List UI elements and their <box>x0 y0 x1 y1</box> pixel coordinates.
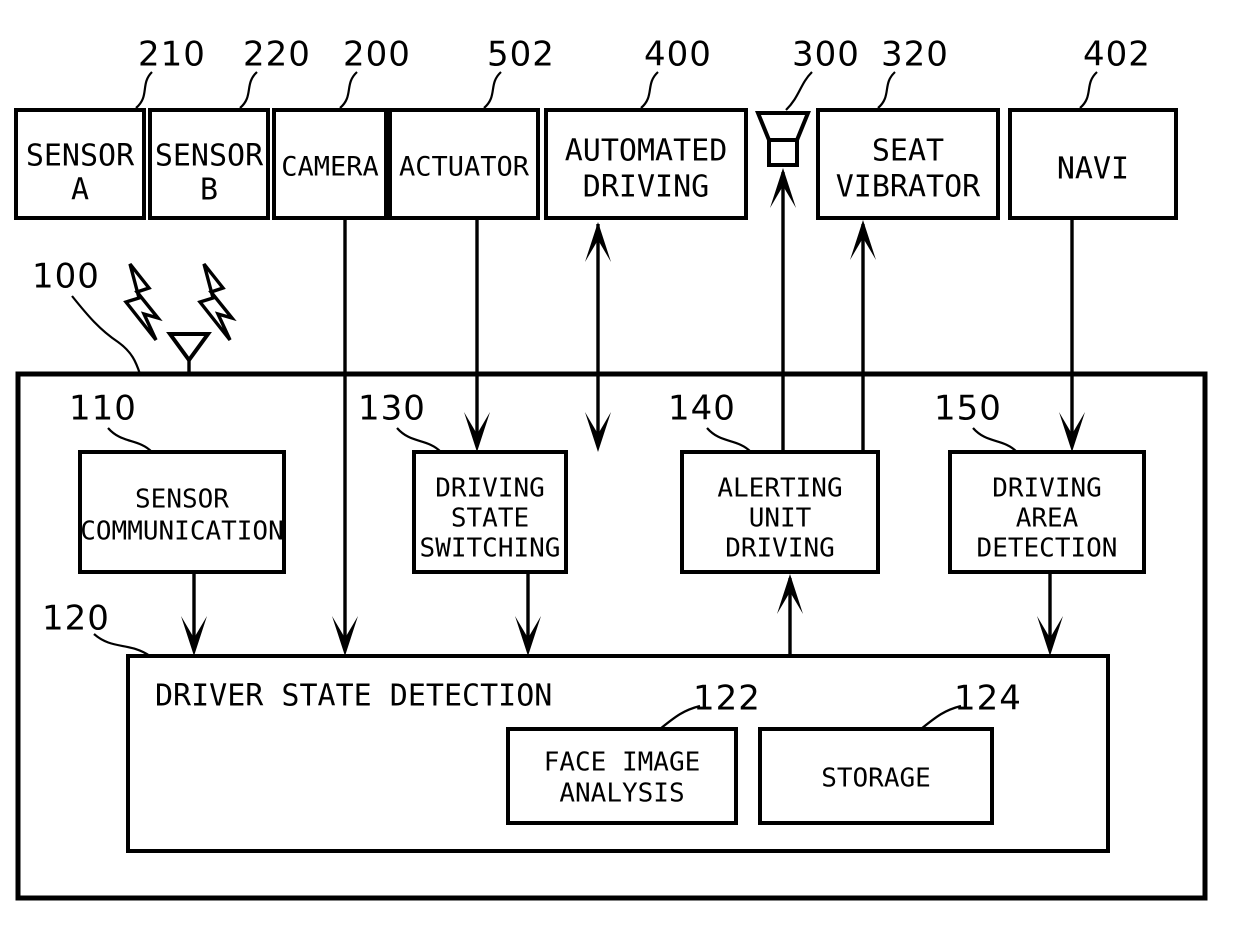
face-image-analysis-label-line2: ANALYSIS <box>559 779 684 809</box>
sensor-b-label-line2: B <box>200 173 218 208</box>
actuator-label: ACTUATOR <box>399 152 530 183</box>
ref-120: 120 <box>42 599 110 639</box>
sensor-communication-label-line1: SENSOR <box>135 485 229 515</box>
ref-150: 150 <box>934 389 1002 429</box>
sensor-b-label-line1: SENSOR <box>155 139 264 174</box>
lightning-bolt-icon-right <box>197 262 237 342</box>
sensor-a-label-line1: SENSOR <box>26 139 135 174</box>
alerting-unit-driving-label-line1: ALERTING <box>717 474 842 504</box>
speaker-icon <box>755 111 811 167</box>
driving-area-detection-label-line3: DETECTION <box>977 534 1118 564</box>
driving-area-detection-label-line1: DRIVING <box>992 474 1102 504</box>
driving-state-switching-label-line3: SWITCHING <box>420 534 561 564</box>
lightning-bolt-icon-left <box>123 262 163 342</box>
ref-320: 320 <box>881 35 949 75</box>
ref-100: 100 <box>32 257 100 297</box>
camera-label: CAMERA <box>281 152 379 183</box>
ref-210: 210 <box>138 35 206 75</box>
ref-122: 122 <box>693 679 761 719</box>
driver-state-detection-label: DRIVER STATE DETECTION <box>155 679 552 714</box>
ref-130: 130 <box>358 389 426 429</box>
storage-label: STORAGE <box>821 764 931 794</box>
patent-figure: SENSOR A SENSOR B CAMERA ACTUATOR AUTOMA… <box>0 0 1240 946</box>
ref-124: 124 <box>954 679 1022 719</box>
automated-driving-label-line2: DRIVING <box>583 170 709 205</box>
ref-300: 300 <box>792 35 860 75</box>
driving-area-detection-label-line2: AREA <box>1016 504 1079 534</box>
automated-driving-label-line1: AUTOMATED <box>565 134 728 169</box>
alerting-unit-driving-label-line2: UNIT <box>749 504 812 534</box>
ref-220: 220 <box>243 35 311 75</box>
block-diagram-canvas: SENSOR A SENSOR B CAMERA ACTUATOR AUTOMA… <box>14 35 1208 901</box>
ref-200: 200 <box>343 35 411 75</box>
driving-state-switching-label-line1: DRIVING <box>435 474 545 504</box>
ref-502: 502 <box>487 35 555 75</box>
alerting-unit-driving-label-line3: DRIVING <box>725 534 835 564</box>
ref-400: 400 <box>644 35 712 75</box>
ref-402: 402 <box>1083 35 1151 75</box>
face-image-analysis-label-line1: FACE IMAGE <box>544 748 701 778</box>
seat-vibrator-label-line2: VIBRATOR <box>836 170 981 205</box>
seat-vibrator-label-line1: SEAT <box>872 134 944 169</box>
sensor-communication-label-line2: COMMUNICATION <box>80 517 284 547</box>
navi-label: NAVI <box>1057 152 1129 187</box>
driving-state-switching-label-line2: STATE <box>451 504 529 534</box>
sensor-a-label-line2: A <box>71 173 89 208</box>
ref-140: 140 <box>668 389 736 429</box>
ref-110: 110 <box>69 389 137 429</box>
